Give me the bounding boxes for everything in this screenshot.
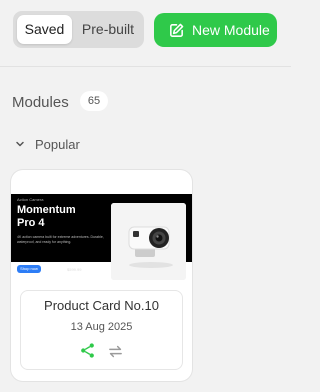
preview-price: $599.99 [67, 267, 82, 272]
module-card[interactable]: Action Camera Momentum Pro 4 4K action c… [11, 170, 192, 381]
preview-shop-button: Shop now [17, 265, 41, 273]
preview-title: Momentum Pro 4 [17, 204, 76, 229]
module-preview: Action Camera Momentum Pro 4 4K action c… [11, 194, 192, 280]
tab-saved[interactable]: Saved [17, 15, 72, 44]
count-badge: 65 [80, 91, 108, 111]
view-toggle: Saved Pre-built [13, 11, 144, 48]
camera-image [111, 203, 186, 280]
chevron-down-icon [16, 141, 24, 147]
preview-description: 4K action camera built for extreme adven… [17, 235, 104, 244]
share-icon[interactable] [79, 342, 96, 359]
preview-eyebrow: Action Camera [17, 197, 44, 202]
tab-prebuilt[interactable]: Pre-built [75, 15, 141, 44]
divider [0, 66, 291, 67]
section-title: Modules [12, 94, 69, 111]
group-label: Popular [35, 136, 80, 152]
module-name: Product Card No.10 [44, 298, 159, 313]
camera-illustration [111, 203, 186, 280]
swap-icon[interactable] [107, 343, 124, 360]
group-toggle-popular[interactable]: Popular [15, 136, 80, 152]
module-info: Product Card No.10 13 Aug 2025 [20, 290, 183, 370]
module-date: 13 Aug 2025 [70, 321, 133, 333]
toolbar: Saved Pre-built New Module [0, 0, 291, 66]
new-module-button[interactable]: New Module [154, 13, 277, 47]
edit-square-icon [170, 23, 184, 37]
new-module-label: New Module [192, 22, 270, 38]
